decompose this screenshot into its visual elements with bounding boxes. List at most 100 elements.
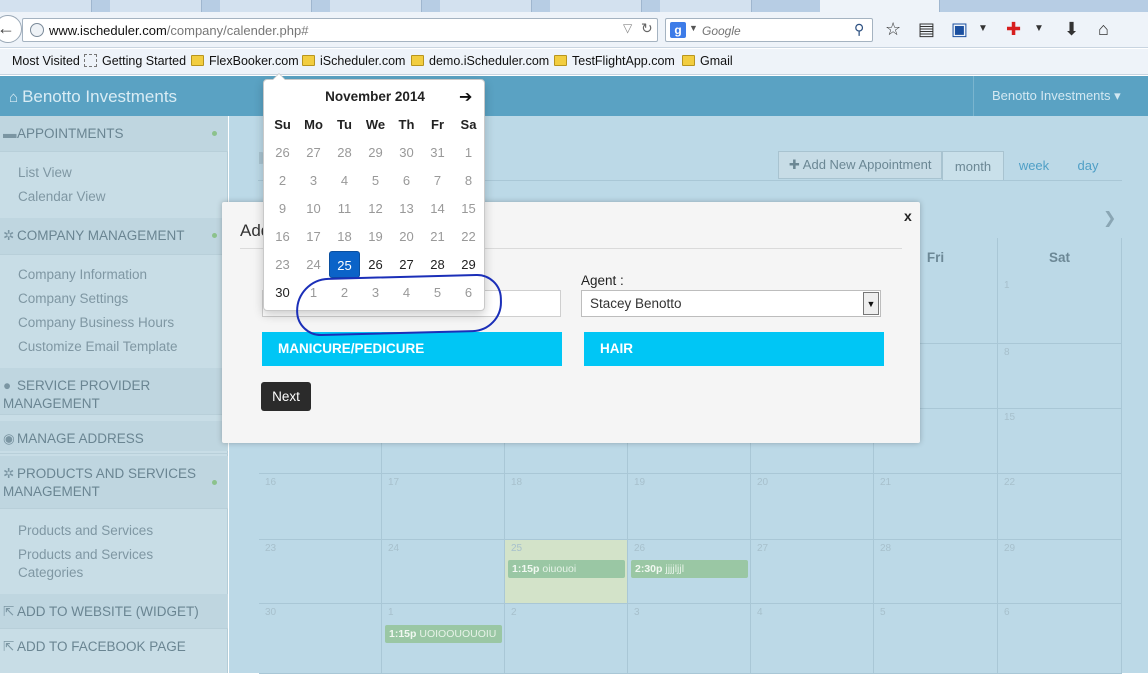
calendar-event[interactable]: 2:30p jjjjljjl: [631, 560, 748, 578]
calendar-cell[interactable]: 17: [382, 474, 505, 540]
calendar-cell[interactable]: 5: [874, 604, 998, 674]
chevron-down-icon[interactable]: ▼: [978, 18, 988, 40]
datepicker-day[interactable]: 16: [267, 223, 298, 250]
calendar-cell[interactable]: [628, 443, 751, 474]
bookmark-ischeduler[interactable]: iScheduler.com: [302, 54, 405, 68]
datepicker-day[interactable]: 8: [453, 167, 484, 194]
browser-tab[interactable]: [330, 0, 422, 12]
brand[interactable]: ⌂ Benotto Investments: [9, 87, 177, 107]
datepicker-day[interactable]: 10: [298, 195, 329, 222]
first-aid-icon[interactable]: ✚: [1006, 18, 1021, 40]
browser-tab-active[interactable]: [820, 0, 940, 12]
calendar-cell[interactable]: 24: [382, 540, 505, 604]
datepicker-day[interactable]: 30: [391, 139, 422, 166]
calendar-cell[interactable]: [382, 443, 505, 474]
history-dropdown-icon[interactable]: ▽: [623, 21, 632, 35]
browser-tab[interactable]: [550, 0, 642, 12]
datepicker-day[interactable]: 7: [422, 167, 453, 194]
bookmark-most-visited[interactable]: Most Visited: [12, 54, 80, 68]
datepicker-day[interactable]: 1: [453, 139, 484, 166]
datepicker-day[interactable]: 6: [391, 167, 422, 194]
search-icon[interactable]: ⚲: [854, 21, 864, 38]
datepicker-day[interactable]: 17: [298, 223, 329, 250]
datepicker-day[interactable]: 30: [267, 279, 298, 306]
bookmark-flexbooker[interactable]: FlexBooker.com: [191, 54, 299, 68]
service-hair-button[interactable]: HAIR: [584, 332, 884, 366]
next-button[interactable]: Next: [261, 382, 311, 411]
tab-day[interactable]: day: [1064, 151, 1112, 181]
datepicker-day[interactable]: 19: [360, 223, 391, 250]
calendar-cell[interactable]: 23: [259, 540, 382, 604]
sidebar-section-company-management[interactable]: ✲ COMPANY MANAGEMENT: [3, 227, 223, 245]
sidebar-item-products-services[interactable]: Products and Services: [18, 522, 153, 540]
calendar-event[interactable]: 1:15p oiuouoi: [508, 560, 625, 578]
sidebar-item-products-services-categories[interactable]: Products and Services Categories: [18, 546, 153, 582]
sidebar-section-add-to-website[interactable]: ⇱ ADD TO WEBSITE (WIDGET): [3, 603, 223, 621]
sidebar-section-products-services[interactable]: ✲ PRODUCTS AND SERVICES MANAGEMENT: [3, 465, 223, 501]
google-icon[interactable]: g: [670, 22, 686, 38]
calendar-cell[interactable]: 28: [874, 540, 998, 604]
datepicker-day[interactable]: 28: [329, 139, 360, 166]
datepicker-day[interactable]: 15: [453, 195, 484, 222]
sidebar-section-add-to-facebook[interactable]: ⇱ ADD TO FACEBOOK PAGE: [3, 638, 223, 656]
calendar-cell[interactable]: 3: [628, 604, 751, 674]
browser-tab[interactable]: [440, 0, 532, 12]
browser-tab[interactable]: [110, 0, 202, 12]
sidebar-item-customize-email[interactable]: Customize Email Template: [18, 338, 178, 356]
chevron-down-icon[interactable]: ▼: [1034, 18, 1044, 40]
datepicker-day[interactable]: 18: [329, 223, 360, 250]
datepicker-day[interactable]: 14: [422, 195, 453, 222]
bookmark-testflight[interactable]: TestFlightApp.com: [554, 54, 675, 68]
chevron-down-icon[interactable]: ▼: [863, 292, 879, 315]
calendar-cell[interactable]: 2: [505, 604, 628, 674]
add-new-appointment-button[interactable]: ✚ Add New Appointment: [778, 151, 942, 179]
clipboard-icon[interactable]: ▤: [918, 18, 935, 40]
calendar-cell[interactable]: 20: [751, 474, 874, 540]
bookmark-gmail[interactable]: Gmail: [682, 54, 733, 68]
datepicker-day[interactable]: 21: [422, 223, 453, 250]
datepicker-day[interactable]: 11: [329, 195, 360, 222]
datepicker-day[interactable]: 13: [391, 195, 422, 222]
chevron-down-icon[interactable]: ▼: [689, 23, 698, 33]
datepicker-day[interactable]: 24: [298, 251, 329, 278]
calendar-cell[interactable]: 15: [998, 409, 1122, 474]
calendar-cell[interactable]: [751, 443, 874, 474]
datepicker-day[interactable]: 27: [298, 139, 329, 166]
bookmark-getting-started[interactable]: Getting Started: [84, 54, 186, 68]
tab-month[interactable]: month: [942, 151, 1004, 181]
save-icon[interactable]: ▣: [951, 18, 968, 40]
browser-tab[interactable]: [660, 0, 752, 12]
sidebar-section-service-provider[interactable]: ● SERVICE PROVIDER MANAGEMENT: [3, 377, 223, 413]
download-icon[interactable]: ⬇: [1064, 18, 1079, 40]
datepicker-day[interactable]: 12: [360, 195, 391, 222]
chevron-right-icon[interactable]: ❯: [1103, 208, 1116, 228]
calendar-cell[interactable]: 1: [998, 277, 1122, 344]
calendar-event[interactable]: 1:15p UOIOOUOUOIU: [385, 625, 502, 643]
calendar-cell[interactable]: [505, 443, 628, 474]
calendar-cell[interactable]: 22: [998, 474, 1122, 540]
datepicker-day[interactable]: 31: [422, 139, 453, 166]
calendar-cell[interactable]: 27: [751, 540, 874, 604]
service-manicure-pedicure-button[interactable]: MANICURE/PEDICURE: [262, 332, 562, 366]
datepicker-day[interactable]: 26: [360, 251, 391, 278]
star-icon[interactable]: ☆: [885, 18, 901, 40]
datepicker-day[interactable]: 26: [267, 139, 298, 166]
browser-tab[interactable]: [0, 0, 92, 12]
tab-week[interactable]: week: [1004, 151, 1064, 181]
calendar-cell[interactable]: [259, 443, 382, 474]
datepicker-day[interactable]: 27: [391, 251, 422, 278]
close-icon[interactable]: x: [904, 208, 912, 224]
url-bar[interactable]: www.ischeduler.com/company/calender.php#…: [22, 18, 658, 42]
calendar-cell[interactable]: 6: [998, 604, 1122, 674]
sidebar-item-company-information[interactable]: Company Information: [18, 266, 147, 284]
datepicker-day[interactable]: 4: [329, 167, 360, 194]
browser-tab[interactable]: [220, 0, 312, 12]
reload-icon[interactable]: ↻: [641, 20, 653, 37]
datepicker-day[interactable]: 29: [360, 139, 391, 166]
sidebar-section-manage-address[interactable]: ◉ MANAGE ADDRESS: [3, 430, 223, 448]
sidebar-item-list-view[interactable]: List View: [18, 164, 72, 182]
datepicker-day[interactable]: 3: [298, 167, 329, 194]
sidebar-item-company-settings[interactable]: Company Settings: [18, 290, 128, 308]
user-menu[interactable]: Benotto Investments ▾: [973, 76, 1148, 116]
search-bar[interactable]: g ▼ ⚲: [665, 18, 873, 42]
